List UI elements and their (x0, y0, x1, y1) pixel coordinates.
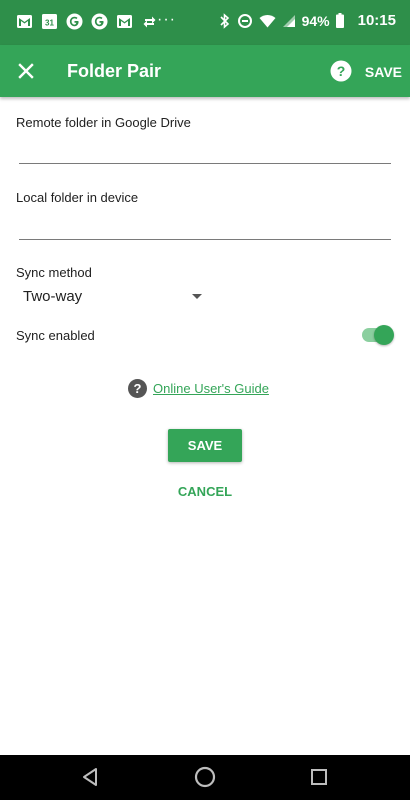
bluetooth-icon (219, 12, 231, 29)
help-icon: ? (128, 379, 147, 398)
sync-icon (141, 13, 158, 30)
data-saver-icon (237, 13, 253, 29)
system-indicators: 94% 10:15 (219, 12, 396, 29)
overflow-indicator: ··· (157, 11, 176, 28)
close-icon (18, 63, 34, 79)
sync-method-label: Sync method (16, 265, 92, 280)
clock: 10:15 (357, 12, 396, 29)
google-icon (91, 13, 108, 30)
remote-folder-label: Remote folder in Google Drive (16, 115, 191, 130)
app-bar: Folder Pair ? SAVE (0, 45, 410, 97)
back-button[interactable] (80, 766, 102, 788)
remote-folder-input[interactable] (19, 140, 391, 164)
help-button[interactable]: ? (330, 60, 352, 82)
sync-enabled-toggle[interactable] (360, 325, 394, 345)
help-icon: ? (330, 60, 352, 82)
home-icon (194, 766, 216, 788)
local-folder-label: Local folder in device (16, 190, 139, 205)
google-icon (66, 13, 83, 30)
appbar-save-button[interactable]: SAVE (365, 64, 402, 80)
toggle-thumb (374, 325, 394, 345)
page-title: Folder Pair (67, 61, 162, 81)
dropdown-arrow-icon (192, 294, 202, 299)
calendar-day: 31 (45, 19, 54, 28)
recents-button[interactable] (308, 766, 330, 788)
battery-percent: 94% (301, 12, 330, 29)
sync-method-select[interactable]: Two-way (23, 285, 208, 309)
gmail-icon (16, 13, 33, 30)
status-bar: 31 ··· 94% 10:15 (0, 0, 410, 45)
user-guide-row: ? Online User's Guide (128, 379, 269, 398)
local-folder-input[interactable] (19, 216, 391, 240)
battery-icon (335, 13, 344, 28)
sync-enabled-label: Sync enabled (16, 328, 95, 343)
navigation-bar (0, 755, 410, 800)
cell-signal-icon (282, 14, 296, 28)
svg-text:?: ? (337, 63, 346, 79)
save-button[interactable]: SAVE (168, 429, 242, 462)
notification-icons: 31 (16, 13, 158, 30)
gmail-icon (116, 13, 133, 30)
cancel-button[interactable]: CANCEL (168, 481, 242, 501)
wifi-icon (259, 14, 276, 28)
back-icon (83, 768, 97, 786)
calendar-icon: 31 (41, 13, 58, 30)
recents-icon (311, 769, 327, 785)
home-button[interactable] (194, 766, 216, 788)
svg-text:?: ? (134, 381, 142, 396)
close-button[interactable] (14, 59, 38, 83)
user-guide-link[interactable]: Online User's Guide (153, 381, 269, 396)
sync-method-value: Two-way (23, 288, 83, 305)
